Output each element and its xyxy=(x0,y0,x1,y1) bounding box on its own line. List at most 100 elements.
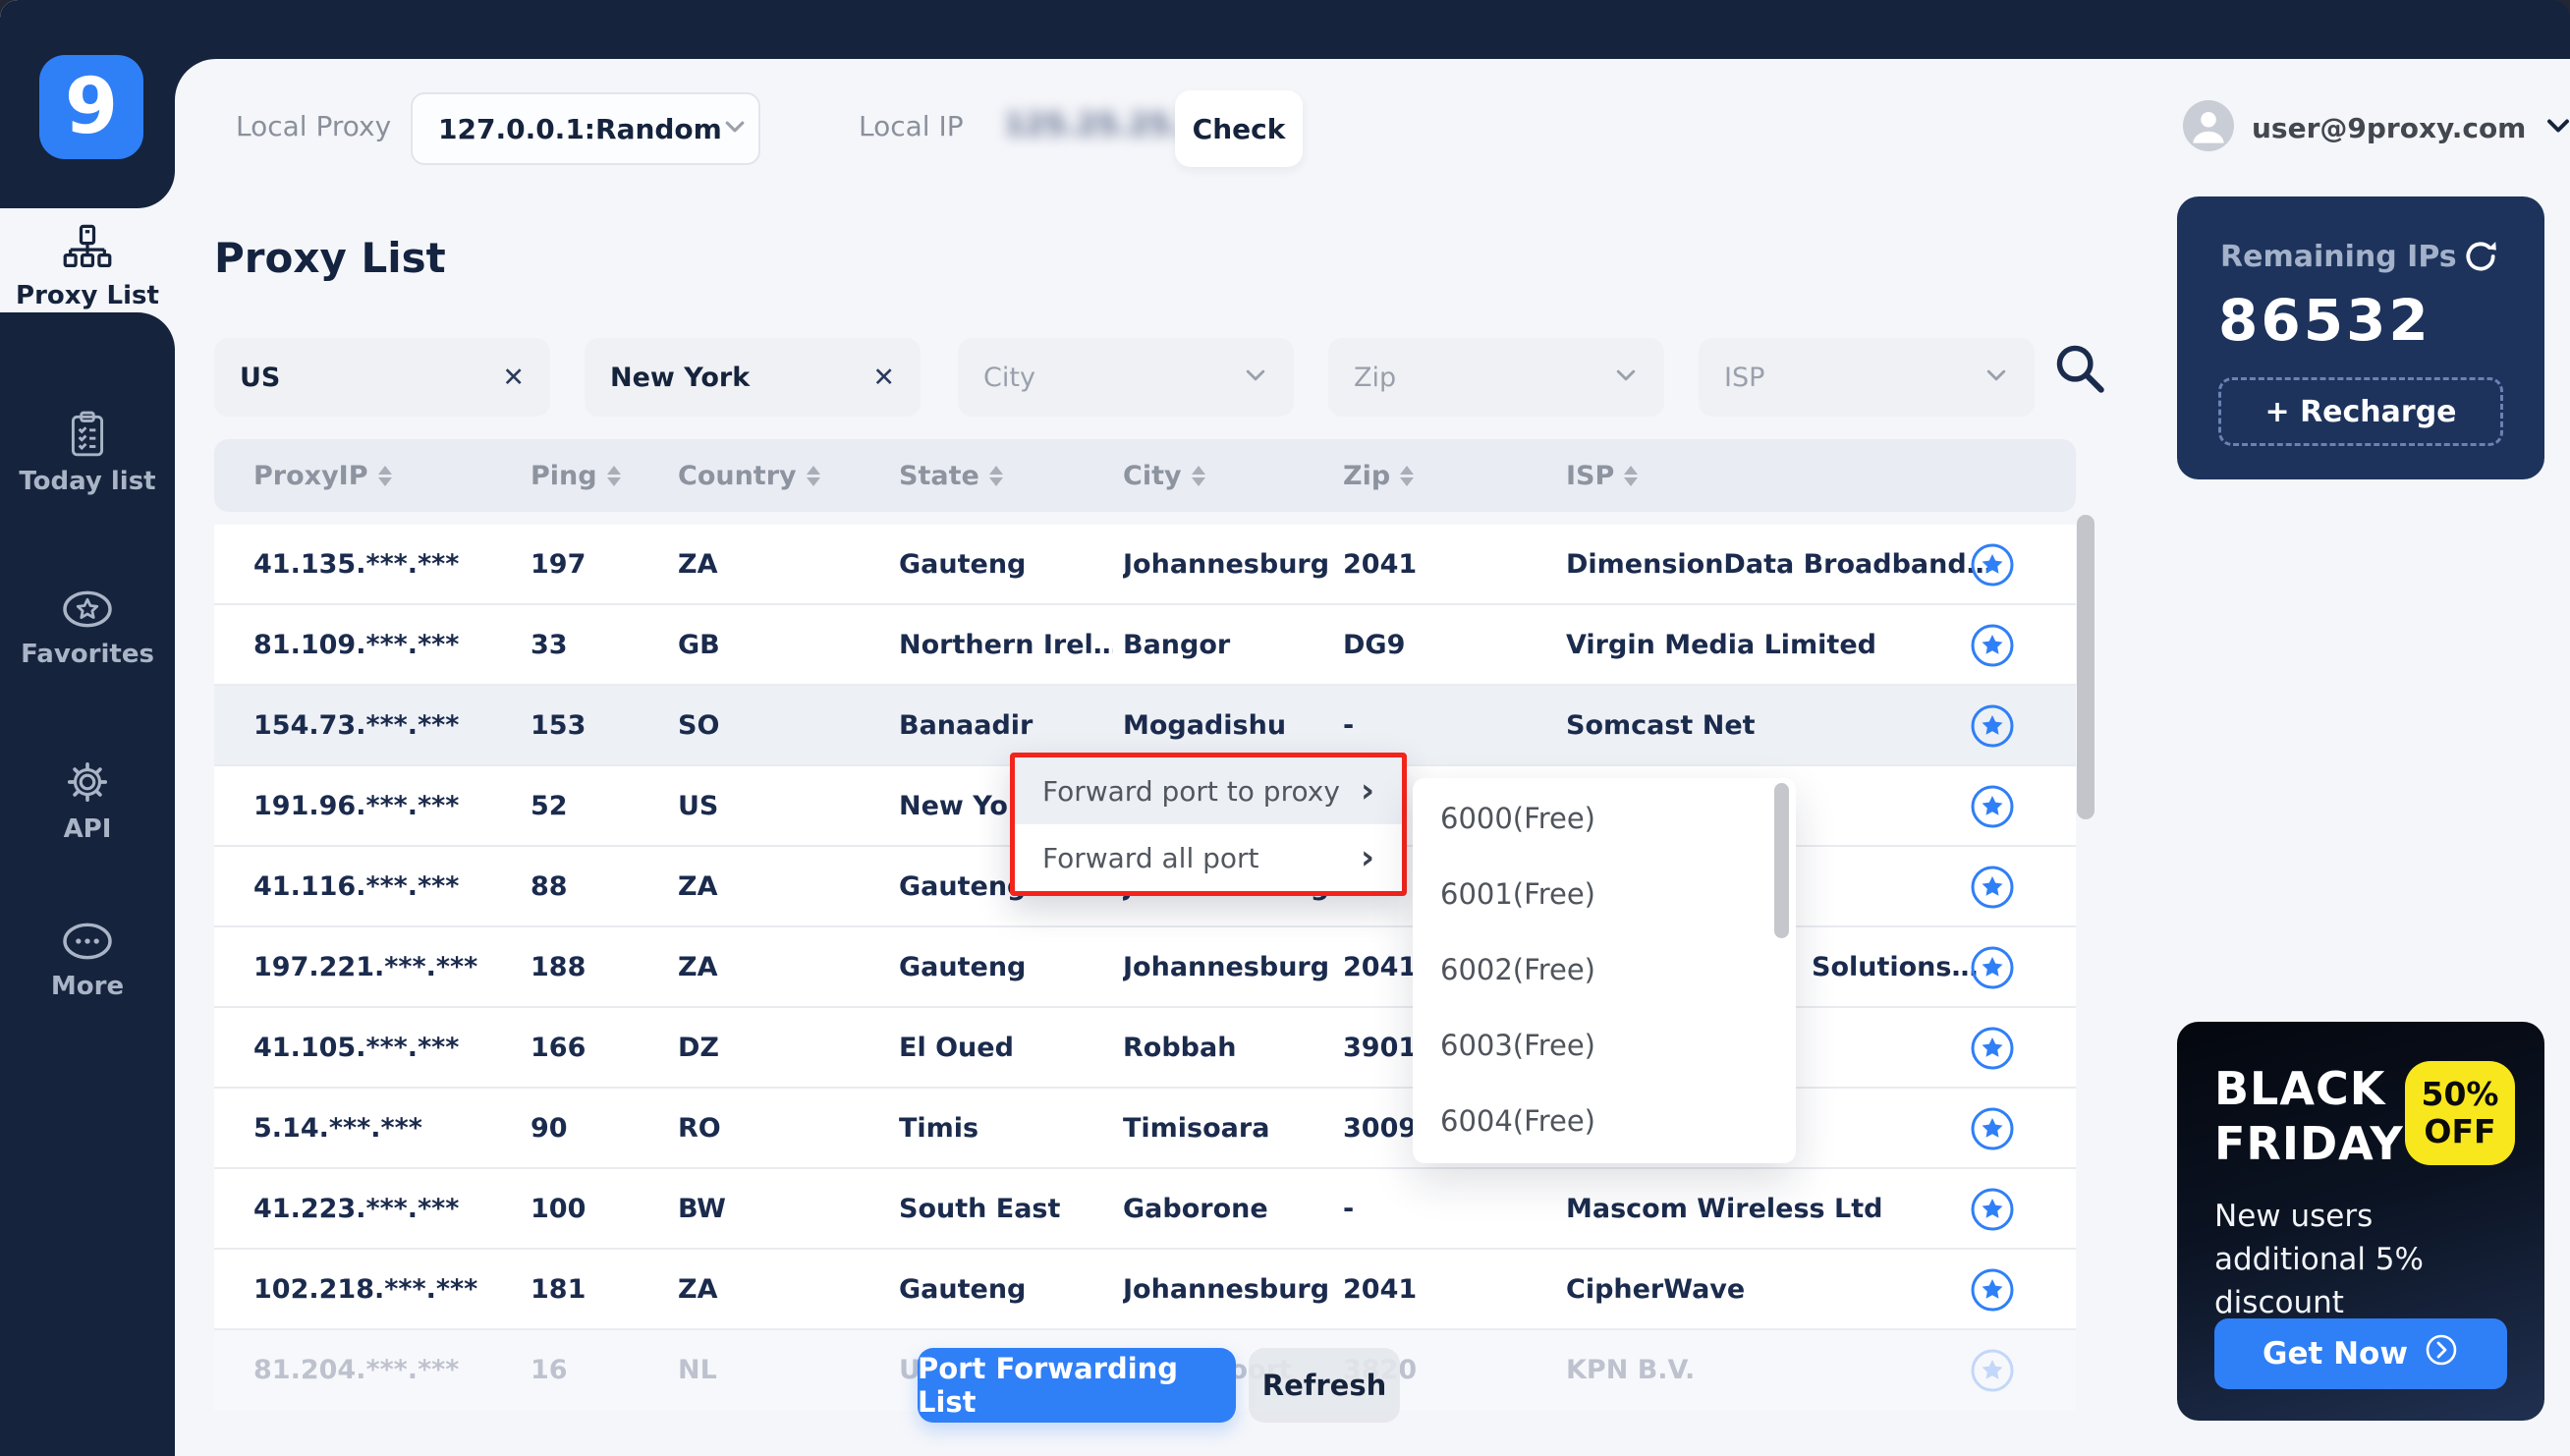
favorite-star-button[interactable] xyxy=(1969,702,2016,750)
port-option[interactable]: 6001(Free) xyxy=(1413,856,1796,931)
cell-country: ZA xyxy=(678,548,718,580)
cell-isp: Virgin Media Limited xyxy=(1566,629,1876,660)
recharge-button[interactable]: + Recharge xyxy=(2218,377,2503,446)
cell-country: RO xyxy=(678,1112,721,1144)
cell-ip: 102.218.***.*** xyxy=(253,1273,478,1305)
gear-icon xyxy=(63,757,112,807)
cell-ip: 41.116.***.*** xyxy=(253,870,460,902)
sort-icon[interactable] xyxy=(606,465,621,486)
promo-discount-badge: 50% OFF xyxy=(2405,1061,2515,1165)
user-account-menu[interactable]: user@9proxy.com xyxy=(2183,100,2570,155)
sidebar-item-more[interactable]: More xyxy=(0,908,175,1012)
sidebar-item-today-list[interactable]: Today list xyxy=(0,401,175,505)
clear-filter-icon[interactable]: ✕ xyxy=(872,363,895,393)
chevron-down-icon xyxy=(1243,363,1268,392)
filter-city[interactable]: City xyxy=(958,338,1294,417)
clear-filter-icon[interactable]: ✕ xyxy=(502,363,525,393)
filter-isp[interactable]: ISP xyxy=(1699,338,2035,417)
sidebar-item-proxy-list[interactable]: Proxy List xyxy=(0,214,175,318)
favorite-star-button[interactable] xyxy=(1969,944,2016,991)
filter-country[interactable]: US ✕ xyxy=(214,338,550,417)
app-logo: 9 xyxy=(39,55,143,159)
app-window: 9 Proxy List Today list Favorites API More L… xyxy=(0,0,2570,1456)
filter-zip[interactable]: Zip xyxy=(1328,338,1664,417)
sidebar-item-label: Proxy List xyxy=(16,281,159,310)
refresh-button[interactable]: Refresh xyxy=(1249,1348,1400,1423)
column-header-isp[interactable]: ISP xyxy=(1566,439,1639,512)
sidebar-item-favorites[interactable]: Favorites xyxy=(0,576,175,680)
user-email: user@9proxy.com xyxy=(2252,111,2527,144)
table-scrollbar[interactable] xyxy=(2077,515,2095,819)
sort-icon[interactable] xyxy=(1191,465,1205,486)
favorite-star-button[interactable] xyxy=(1969,864,2016,911)
favorite-star-button[interactable] xyxy=(1969,622,2016,669)
sort-icon[interactable] xyxy=(1624,465,1639,486)
cell-isp: CipherWave xyxy=(1566,1273,1746,1305)
table-row[interactable]: 41.223.***.*** 100 BW South East Gaborone - Ma… xyxy=(214,1169,2076,1250)
sitemap-icon xyxy=(62,222,113,273)
column-header-ping[interactable]: Ping xyxy=(531,439,621,512)
cell-ip: 41.135.***.*** xyxy=(253,548,460,580)
favorite-star-button[interactable] xyxy=(1969,1105,2016,1152)
table-row[interactable]: 197.221.***.*** 188 ZA Gauteng Johannesburg 2… xyxy=(214,927,2076,1008)
port-option[interactable]: 6004(Free) xyxy=(1413,1083,1796,1158)
cell-ip: 191.96.***.*** xyxy=(253,790,460,821)
sort-icon[interactable] xyxy=(1400,465,1415,486)
favorite-star-button[interactable] xyxy=(1969,541,2016,588)
remaining-ips-card: Remaining IPs 86532 + Recharge xyxy=(2177,196,2544,479)
chevron-down-icon xyxy=(2543,111,2570,144)
cell-country: ZA xyxy=(678,870,718,902)
sort-icon[interactable] xyxy=(377,465,392,486)
table-row[interactable]: 102.218.***.*** 181 ZA Gauteng Johannesburg 2… xyxy=(214,1250,2076,1330)
column-header-proxyip[interactable]: ProxyIP xyxy=(253,439,392,512)
cell-ping: 33 xyxy=(531,629,568,660)
cell-ping: 181 xyxy=(531,1273,587,1305)
sidebar-item-api[interactable]: API xyxy=(0,749,175,853)
promo-title: BLACK FRIDAY xyxy=(2214,1062,2404,1171)
favorite-star-button[interactable] xyxy=(1969,1266,2016,1314)
column-header-state[interactable]: State xyxy=(899,439,1003,512)
local-proxy-select[interactable]: 127.0.0.1:Random xyxy=(411,92,760,165)
filter-state[interactable]: New York ✕ xyxy=(585,338,921,417)
table-row[interactable]: 81.109.***.*** 33 GB Northern Irel… Bangor DG… xyxy=(214,605,2076,686)
search-icon[interactable] xyxy=(2051,340,2108,401)
cell-state: Gauteng xyxy=(899,1273,1027,1305)
favorite-star-button[interactable] xyxy=(1969,1347,2016,1394)
table-row[interactable]: 41.135.***.*** 197 ZA Gauteng Johannesburg 20… xyxy=(214,525,2076,605)
context-menu-item-forward-all-port[interactable]: Forward all port › xyxy=(1015,824,1402,891)
table-row[interactable]: 41.105.***.*** 166 DZ El Oued Robbah 3901 xyxy=(214,1008,2076,1089)
cell-ping: 153 xyxy=(531,709,587,741)
cell-zip: - xyxy=(1343,1193,1355,1224)
sort-icon[interactable] xyxy=(988,465,1003,486)
favorite-star-button[interactable] xyxy=(1969,1186,2016,1233)
submenu-scrollbar[interactable] xyxy=(1774,783,1789,938)
refresh-ips-icon[interactable] xyxy=(2462,238,2499,275)
local-proxy-value: 127.0.0.1:Random xyxy=(438,112,722,145)
sort-icon[interactable] xyxy=(806,465,820,486)
column-header-zip[interactable]: Zip xyxy=(1343,439,1415,512)
table-row[interactable]: 5.14.***.*** 90 RO Timis Timisoara 3009 xyxy=(214,1089,2076,1169)
context-menu: Forward port to proxy › Forward all port › xyxy=(1010,753,1407,896)
favorite-star-button[interactable] xyxy=(1969,783,2016,830)
cell-ip: 154.73.***.*** xyxy=(253,709,460,741)
chevron-down-icon xyxy=(1983,363,2009,392)
column-header-city[interactable]: City xyxy=(1123,439,1205,512)
column-label: City xyxy=(1123,460,1182,491)
cell-city: Gaborone xyxy=(1123,1193,1268,1224)
cell-ip: 81.109.***.*** xyxy=(253,629,460,660)
avatar xyxy=(2183,100,2234,155)
column-label: Country xyxy=(678,460,797,491)
favorite-star-button[interactable] xyxy=(1969,1025,2016,1072)
check-button[interactable]: Check xyxy=(1175,90,1303,167)
sidebar-item-label: API xyxy=(63,814,112,844)
get-now-button[interactable]: Get Now xyxy=(2214,1318,2507,1389)
port-submenu: 6000(Free) 6001(Free) 6002(Free) 6003(Free)… xyxy=(1413,778,1796,1163)
cell-country: US xyxy=(678,790,719,821)
port-option[interactable]: 6002(Free) xyxy=(1413,931,1796,1007)
context-menu-item-forward-port-to-proxy[interactable]: Forward port to proxy › xyxy=(1015,757,1402,824)
port-option[interactable]: 6003(Free) xyxy=(1413,1007,1796,1083)
column-header-country[interactable]: Country xyxy=(678,439,820,512)
cell-isp: Solutions… xyxy=(1812,951,1979,982)
port-forwarding-list-button[interactable]: Port Forwarding List xyxy=(918,1348,1236,1423)
port-option[interactable]: 6000(Free) xyxy=(1413,780,1796,856)
